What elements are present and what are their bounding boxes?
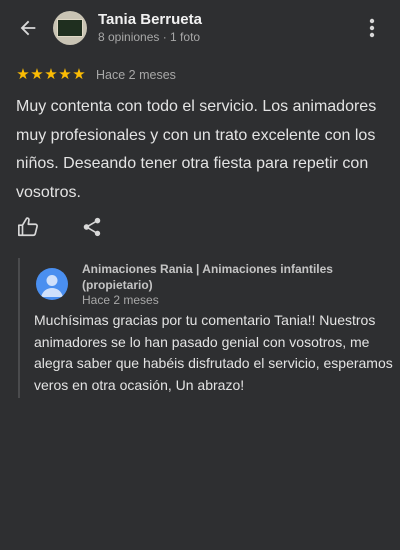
arrow-back-icon bbox=[20, 20, 36, 36]
share-button[interactable] bbox=[81, 216, 103, 238]
owner-reply: Animaciones Rania | Animaciones infantil… bbox=[18, 258, 393, 398]
thumbs-up-icon bbox=[18, 217, 38, 237]
owner-reply-time: Hace 2 meses bbox=[82, 293, 159, 307]
rating-row: ★ ★ ★ ★ ★ Hace 2 meses bbox=[16, 67, 176, 83]
owner-reply-text: Muchísimas gracias por tu comentario Tan… bbox=[34, 312, 393, 393]
share-icon bbox=[83, 217, 101, 237]
reviewer-avatar-image bbox=[57, 19, 83, 37]
star-icon: ★ bbox=[30, 66, 44, 83]
person-icon bbox=[41, 275, 63, 297]
owner-avatar bbox=[36, 268, 68, 300]
review-time: Hace 2 meses bbox=[96, 68, 176, 82]
owner-name: Animaciones Rania | Animaciones infantil… bbox=[82, 262, 333, 292]
review-header: Tania Berrueta 8 opiniones · 1 foto bbox=[0, 0, 400, 58]
star-icon: ★ bbox=[16, 66, 30, 83]
star-icon: ★ bbox=[44, 66, 58, 83]
reviewer-meta: 8 opiniones · 1 foto bbox=[98, 30, 201, 44]
back-button[interactable] bbox=[14, 14, 42, 42]
star-icon: ★ bbox=[72, 66, 86, 83]
star-icon: ★ bbox=[58, 66, 72, 83]
reviewer-name[interactable]: Tania Berrueta bbox=[98, 11, 202, 28]
more-options-button[interactable] bbox=[360, 14, 384, 42]
reviewer-avatar[interactable] bbox=[53, 11, 87, 45]
like-button[interactable] bbox=[17, 216, 39, 238]
star-rating: ★ ★ ★ ★ ★ bbox=[16, 67, 86, 83]
review-text: Muy contenta con todo el servicio. Los a… bbox=[16, 98, 377, 201]
more-vertical-icon bbox=[369, 18, 375, 38]
